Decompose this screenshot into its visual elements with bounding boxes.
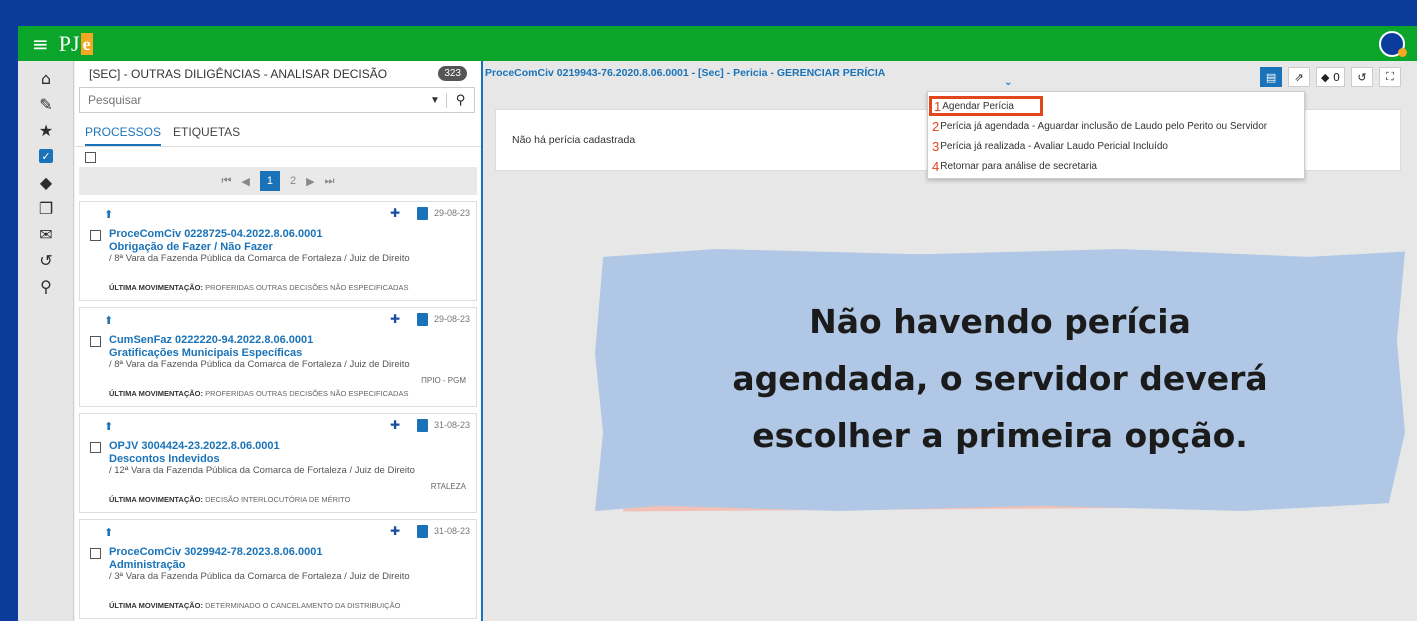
notice-text: Não há perícia cadastrada	[512, 134, 636, 146]
document-icon[interactable]	[417, 525, 428, 538]
user-avatar-icon[interactable]	[1379, 31, 1407, 57]
list-item[interactable]: ⬆ ✚ 31-08-23 OPJV 3004424-23.2022.8.06.000…	[79, 413, 477, 513]
toolbar: ▤ ⇗ ◆ 0 ↺ ⛶	[1260, 67, 1401, 87]
page-2-button[interactable]: 2	[290, 175, 296, 187]
fullscreen-button[interactable]: ⛶	[1379, 67, 1401, 87]
last-movement: ÚLTIMA MOVIMENTAÇÃO: PROFERIDAS OUTRAS D…	[109, 283, 409, 292]
pin-icon[interactable]: ✚	[390, 524, 400, 538]
page-title: ProceComCiv 0219943-76.2020.8.06.0001 - …	[485, 67, 886, 79]
last-page-button[interactable]: ⏭	[325, 175, 335, 188]
search-button[interactable]: ⚲	[446, 92, 474, 108]
last-movement: ÚLTIMA MOVIMENTAÇÃO: PROFERIDAS OUTRAS D…	[109, 389, 409, 398]
arrow-up-icon[interactable]: ⬆	[104, 420, 113, 433]
app-window: ⌂ ✎ ★ ✓ ◆ ❐ ✉ ↺ ⚲ [SEC] - OUTRAS DILIGÊN…	[18, 61, 1417, 621]
document-icon[interactable]	[417, 207, 428, 220]
process-number[interactable]: ProceComCiv 0228725-04.2022.8.06.0001	[109, 228, 322, 240]
pencil-icon[interactable]: ✎	[18, 91, 74, 117]
process-org: / 8ª Vara da Fazenda Pública da Comarca …	[109, 253, 410, 264]
tags-icon[interactable]: ◆	[18, 169, 74, 195]
list-item[interactable]: ⬆ ✚ 31-08-23 ProceComCiv 3029942-78.2023.8…	[79, 519, 477, 619]
select-all-checkbox[interactable]	[85, 151, 96, 163]
search-input[interactable]	[80, 93, 424, 107]
option-retornar-secretaria[interactable]: 4 Retornar para análise de secretaria	[928, 156, 1304, 176]
pin-icon[interactable]: ✚	[390, 418, 400, 432]
instruction-note: Não havendo perícia agendada, o servidor…	[595, 249, 1417, 513]
select-all	[75, 147, 481, 167]
task-header: [SEC] - OUTRAS DILIGÊNCIAS - ANALISAR DE…	[75, 61, 481, 87]
last-movement: ÚLTIMA MOVIMENTAÇÃO: DECISÃO INTERLOCUTÓ…	[109, 495, 351, 504]
process-number[interactable]: ProceComCiv 3029942-78.2023.8.06.0001	[109, 546, 322, 558]
history-icon[interactable]: ↺	[18, 247, 74, 273]
arrow-up-icon[interactable]: ⬆	[104, 208, 113, 221]
task-title: [SEC] - OUTRAS DILIGÊNCIAS - ANALISAR DE…	[89, 67, 388, 81]
top-bar: ≡ PJ e	[18, 26, 1417, 61]
tabs: PROCESSOS ETIQUETAS	[75, 123, 481, 147]
copy-icon[interactable]: ❐	[18, 195, 74, 221]
process-org: / 3ª Vara da Fazenda Pública da Comarca …	[109, 571, 410, 582]
envelope-icon[interactable]: ✉	[18, 221, 74, 247]
item-checkbox[interactable]	[90, 548, 101, 559]
next-page-button[interactable]: ▶	[306, 175, 314, 188]
item-checkbox[interactable]	[90, 442, 101, 453]
list-item[interactable]: ⬆ ✚ 29-08-23 CumSenFaz 0222220-94.2022.8.0…	[79, 307, 477, 407]
item-date: 31-08-23	[433, 526, 470, 536]
tab-etiquetas[interactable]: ETIQUETAS	[173, 123, 240, 146]
home-icon[interactable]: ⌂	[18, 65, 74, 91]
hamburger-icon[interactable]: ≡	[32, 32, 49, 56]
pager: ⏮ ◀ 1 2 ▶ ⏭	[79, 167, 477, 195]
task-list-panel: [SEC] - OUTRAS DILIGÊNCIAS - ANALISAR DE…	[75, 61, 481, 621]
history-button[interactable]: ↺	[1351, 67, 1373, 87]
pin-icon[interactable]: ✚	[390, 312, 400, 326]
tab-processos[interactable]: PROCESSOS	[85, 123, 162, 146]
process-extra: ΠPIO - PGM	[421, 376, 466, 385]
process-number[interactable]: OPJV 3004424-23.2022.8.06.0001	[109, 440, 280, 452]
left-nav: ⌂ ✎ ★ ✓ ◆ ❐ ✉ ↺ ⚲	[18, 61, 74, 621]
document-icon[interactable]	[417, 313, 428, 326]
process-class: Descontos Indevidos	[109, 453, 220, 465]
process-extra: RTALEZA	[430, 482, 466, 491]
process-number[interactable]: CumSenFaz 0222220-94.2022.8.06.0001	[109, 334, 313, 346]
chevron-down-icon[interactable]: ⌄	[1004, 77, 1012, 88]
checkbox-icon[interactable]: ✓	[18, 143, 74, 169]
item-date: 29-08-23	[433, 208, 470, 218]
process-class: Obrigação de Fazer / Não Fazer	[109, 241, 273, 253]
item-checkbox[interactable]	[90, 336, 101, 347]
document-icon[interactable]	[417, 419, 428, 432]
item-date: 31-08-23	[433, 420, 470, 430]
tags-button[interactable]: ◆ 0	[1316, 67, 1345, 87]
process-class: Gratificações Municipais Específicas	[109, 347, 303, 359]
last-movement: ÚLTIMA MOVIMENTAÇÃO: DETERMINADO O CANCE…	[109, 601, 401, 610]
search-icon[interactable]: ⚲	[18, 273, 74, 299]
count-badge: 323	[438, 66, 467, 81]
prev-page-button[interactable]: ◀	[241, 175, 249, 188]
transition-menu: 1 Agendar Perícia 2 Perícia já agendada - …	[927, 91, 1305, 179]
item-date: 29-08-23	[433, 314, 470, 324]
search-bar: ▼ ⚲	[79, 87, 475, 113]
process-org: / 8ª Vara da Fazenda Pública da Comarca …	[109, 359, 410, 370]
tags-count: 0	[1333, 70, 1340, 84]
note-text: Não havendo perícia agendada, o servidor…	[732, 302, 1268, 455]
pje-logo[interactable]: PJ e	[59, 31, 93, 57]
option-pericia-realizada[interactable]: 3 Perícia já realizada - Avaliar Laudo Pe…	[928, 136, 1304, 156]
chevron-down-icon[interactable]: ▼	[424, 95, 446, 106]
arrow-up-icon[interactable]: ⬆	[104, 314, 113, 327]
list-item[interactable]: ⬆ ✚ 29-08-23 ProceComCiv 0228725-04.2022.8…	[79, 201, 477, 301]
arrow-up-icon[interactable]: ⬆	[104, 526, 113, 539]
process-org: / 12ª Vara da Fazenda Pública da Comarca…	[109, 465, 415, 476]
page-1-button[interactable]: 1	[259, 171, 280, 191]
option-pericia-agendada[interactable]: 2 Perícia já agendada - Aguardar inclusão…	[928, 116, 1304, 136]
star-icon[interactable]: ★	[18, 117, 74, 143]
first-page-button[interactable]: ⏮	[222, 175, 232, 188]
document-button[interactable]: ▤	[1260, 67, 1283, 87]
main-panel: ProceComCiv 0219943-76.2020.8.06.0001 - …	[481, 61, 1417, 621]
share-button[interactable]: ⇗	[1288, 67, 1311, 87]
item-checkbox[interactable]	[90, 230, 101, 241]
option-agendar-pericia[interactable]: 1 Agendar Perícia	[929, 96, 1043, 116]
pin-icon[interactable]: ✚	[390, 206, 400, 220]
process-class: Administração	[109, 559, 186, 571]
